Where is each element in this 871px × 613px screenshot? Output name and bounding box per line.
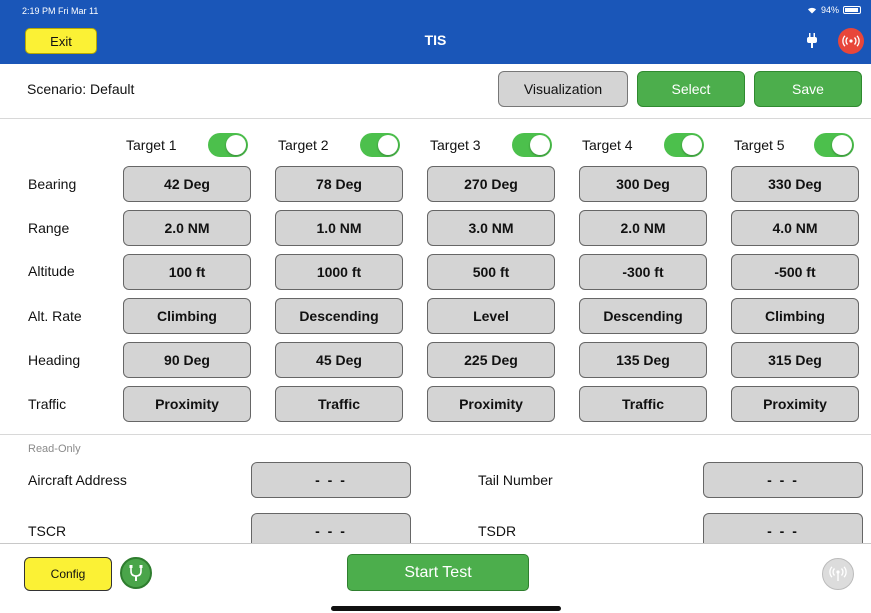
target-4-toggle[interactable] — [664, 133, 704, 157]
target-1-range-field[interactable]: 2.0 NM — [123, 210, 251, 246]
config-button[interactable]: Config — [24, 557, 112, 591]
target-3-bearing-field[interactable]: 270 Deg — [427, 166, 555, 202]
home-indicator — [331, 606, 561, 611]
range-label: Range — [28, 220, 70, 236]
battery-percent: 94% — [820, 5, 839, 15]
tail-number-label: Tail Number — [478, 472, 553, 488]
target-3-altitude-field[interactable]: 500 ft — [427, 254, 555, 290]
status-indicators: 94% — [807, 5, 861, 15]
broadcast-icon[interactable] — [838, 28, 864, 54]
target-1-traffic-field[interactable]: Proximity — [123, 386, 251, 422]
target-5-bearing-field[interactable]: 330 Deg — [731, 166, 859, 202]
target-2-toggle[interactable] — [360, 133, 400, 157]
target-4-range-field[interactable]: 2.0 NM — [579, 210, 707, 246]
target-5-toggle[interactable] — [814, 133, 854, 157]
bearing-label: Bearing — [28, 176, 77, 192]
target-1-heading-field[interactable]: 90 Deg — [123, 342, 251, 378]
target-1-bearing-field[interactable]: 42 Deg — [123, 166, 251, 202]
visualization-button[interactable]: Visualization — [498, 71, 628, 107]
aircraft-address-label: Aircraft Address — [28, 472, 127, 488]
target-5-alt-rate-field[interactable]: Climbing — [731, 298, 859, 334]
battery-icon — [843, 6, 861, 14]
target-2-range-field[interactable]: 1.0 NM — [275, 210, 403, 246]
target-4-heading-field[interactable]: 135 Deg — [579, 342, 707, 378]
target-4-bearing-field[interactable]: 300 Deg — [579, 166, 707, 202]
radio-transmit-icon[interactable] — [822, 558, 854, 590]
broadcast-waves-icon — [842, 35, 860, 47]
target-4-altitude-field[interactable]: -300 ft — [579, 254, 707, 290]
aircraft-address-field: - - - — [251, 462, 411, 498]
page-title: TIS — [424, 32, 447, 48]
target-4-label: Target 4 — [582, 137, 633, 153]
nav-bar: 2:19 PM Fri Mar 11 94% Exit TIS — [0, 0, 871, 64]
read-only-heading: Read-Only — [28, 443, 81, 455]
target-5-traffic-field[interactable]: Proximity — [731, 386, 859, 422]
target-1-alt-rate-field[interactable]: Climbing — [123, 298, 251, 334]
target-2-altitude-field[interactable]: 1000 ft — [275, 254, 403, 290]
plug-icon — [807, 33, 817, 48]
target-3-range-field[interactable]: 3.0 NM — [427, 210, 555, 246]
alt-rate-label: Alt. Rate — [28, 308, 82, 324]
scenario-toolbar: Scenario: Default Visualization Select S… — [0, 64, 871, 119]
target-5-label: Target 5 — [734, 137, 785, 153]
connection-icon[interactable] — [120, 557, 152, 589]
target-3-label: Target 3 — [430, 137, 481, 153]
target-2-traffic-field[interactable]: Traffic — [275, 386, 403, 422]
target-3-alt-rate-field[interactable]: Level — [427, 298, 555, 334]
select-button[interactable]: Select — [637, 71, 745, 107]
tail-number-field: - - - — [703, 462, 863, 498]
traffic-label: Traffic — [28, 396, 67, 412]
target-5-altitude-field[interactable]: -500 ft — [731, 254, 859, 290]
start-test-button[interactable]: Start Test — [347, 554, 529, 591]
section-divider — [0, 434, 871, 435]
target-2-label: Target 2 — [278, 137, 329, 153]
cable-link-icon — [129, 565, 143, 581]
target-2-bearing-field[interactable]: 78 Deg — [275, 166, 403, 202]
altitude-label: Altitude — [28, 263, 75, 279]
status-time: 2:19 PM Fri Mar 11 — [22, 6, 99, 16]
target-4-traffic-field[interactable]: Traffic — [579, 386, 707, 422]
target-3-heading-field[interactable]: 225 Deg — [427, 342, 555, 378]
target-1-label: Target 1 — [126, 137, 177, 153]
target-1-toggle[interactable] — [208, 133, 248, 157]
target-1-altitude-field[interactable]: 100 ft — [123, 254, 251, 290]
scenario-label: Scenario: Default — [27, 81, 135, 97]
wifi-icon — [807, 7, 816, 14]
target-5-range-field[interactable]: 4.0 NM — [731, 210, 859, 246]
target-4-alt-rate-field[interactable]: Descending — [579, 298, 707, 334]
heading-label: Heading — [28, 352, 81, 368]
target-5-heading-field[interactable]: 315 Deg — [731, 342, 859, 378]
save-button[interactable]: Save — [754, 71, 862, 107]
target-3-traffic-field[interactable]: Proximity — [427, 386, 555, 422]
tsdr-label: TSDR — [478, 523, 517, 539]
target-2-alt-rate-field[interactable]: Descending — [275, 298, 403, 334]
bottom-toolbar: Config Start Test — [0, 543, 871, 613]
antenna-icon — [829, 566, 847, 581]
target-2-heading-field[interactable]: 45 Deg — [275, 342, 403, 378]
tscr-label: TSCR — [28, 523, 67, 539]
target-3-toggle[interactable] — [512, 133, 552, 157]
